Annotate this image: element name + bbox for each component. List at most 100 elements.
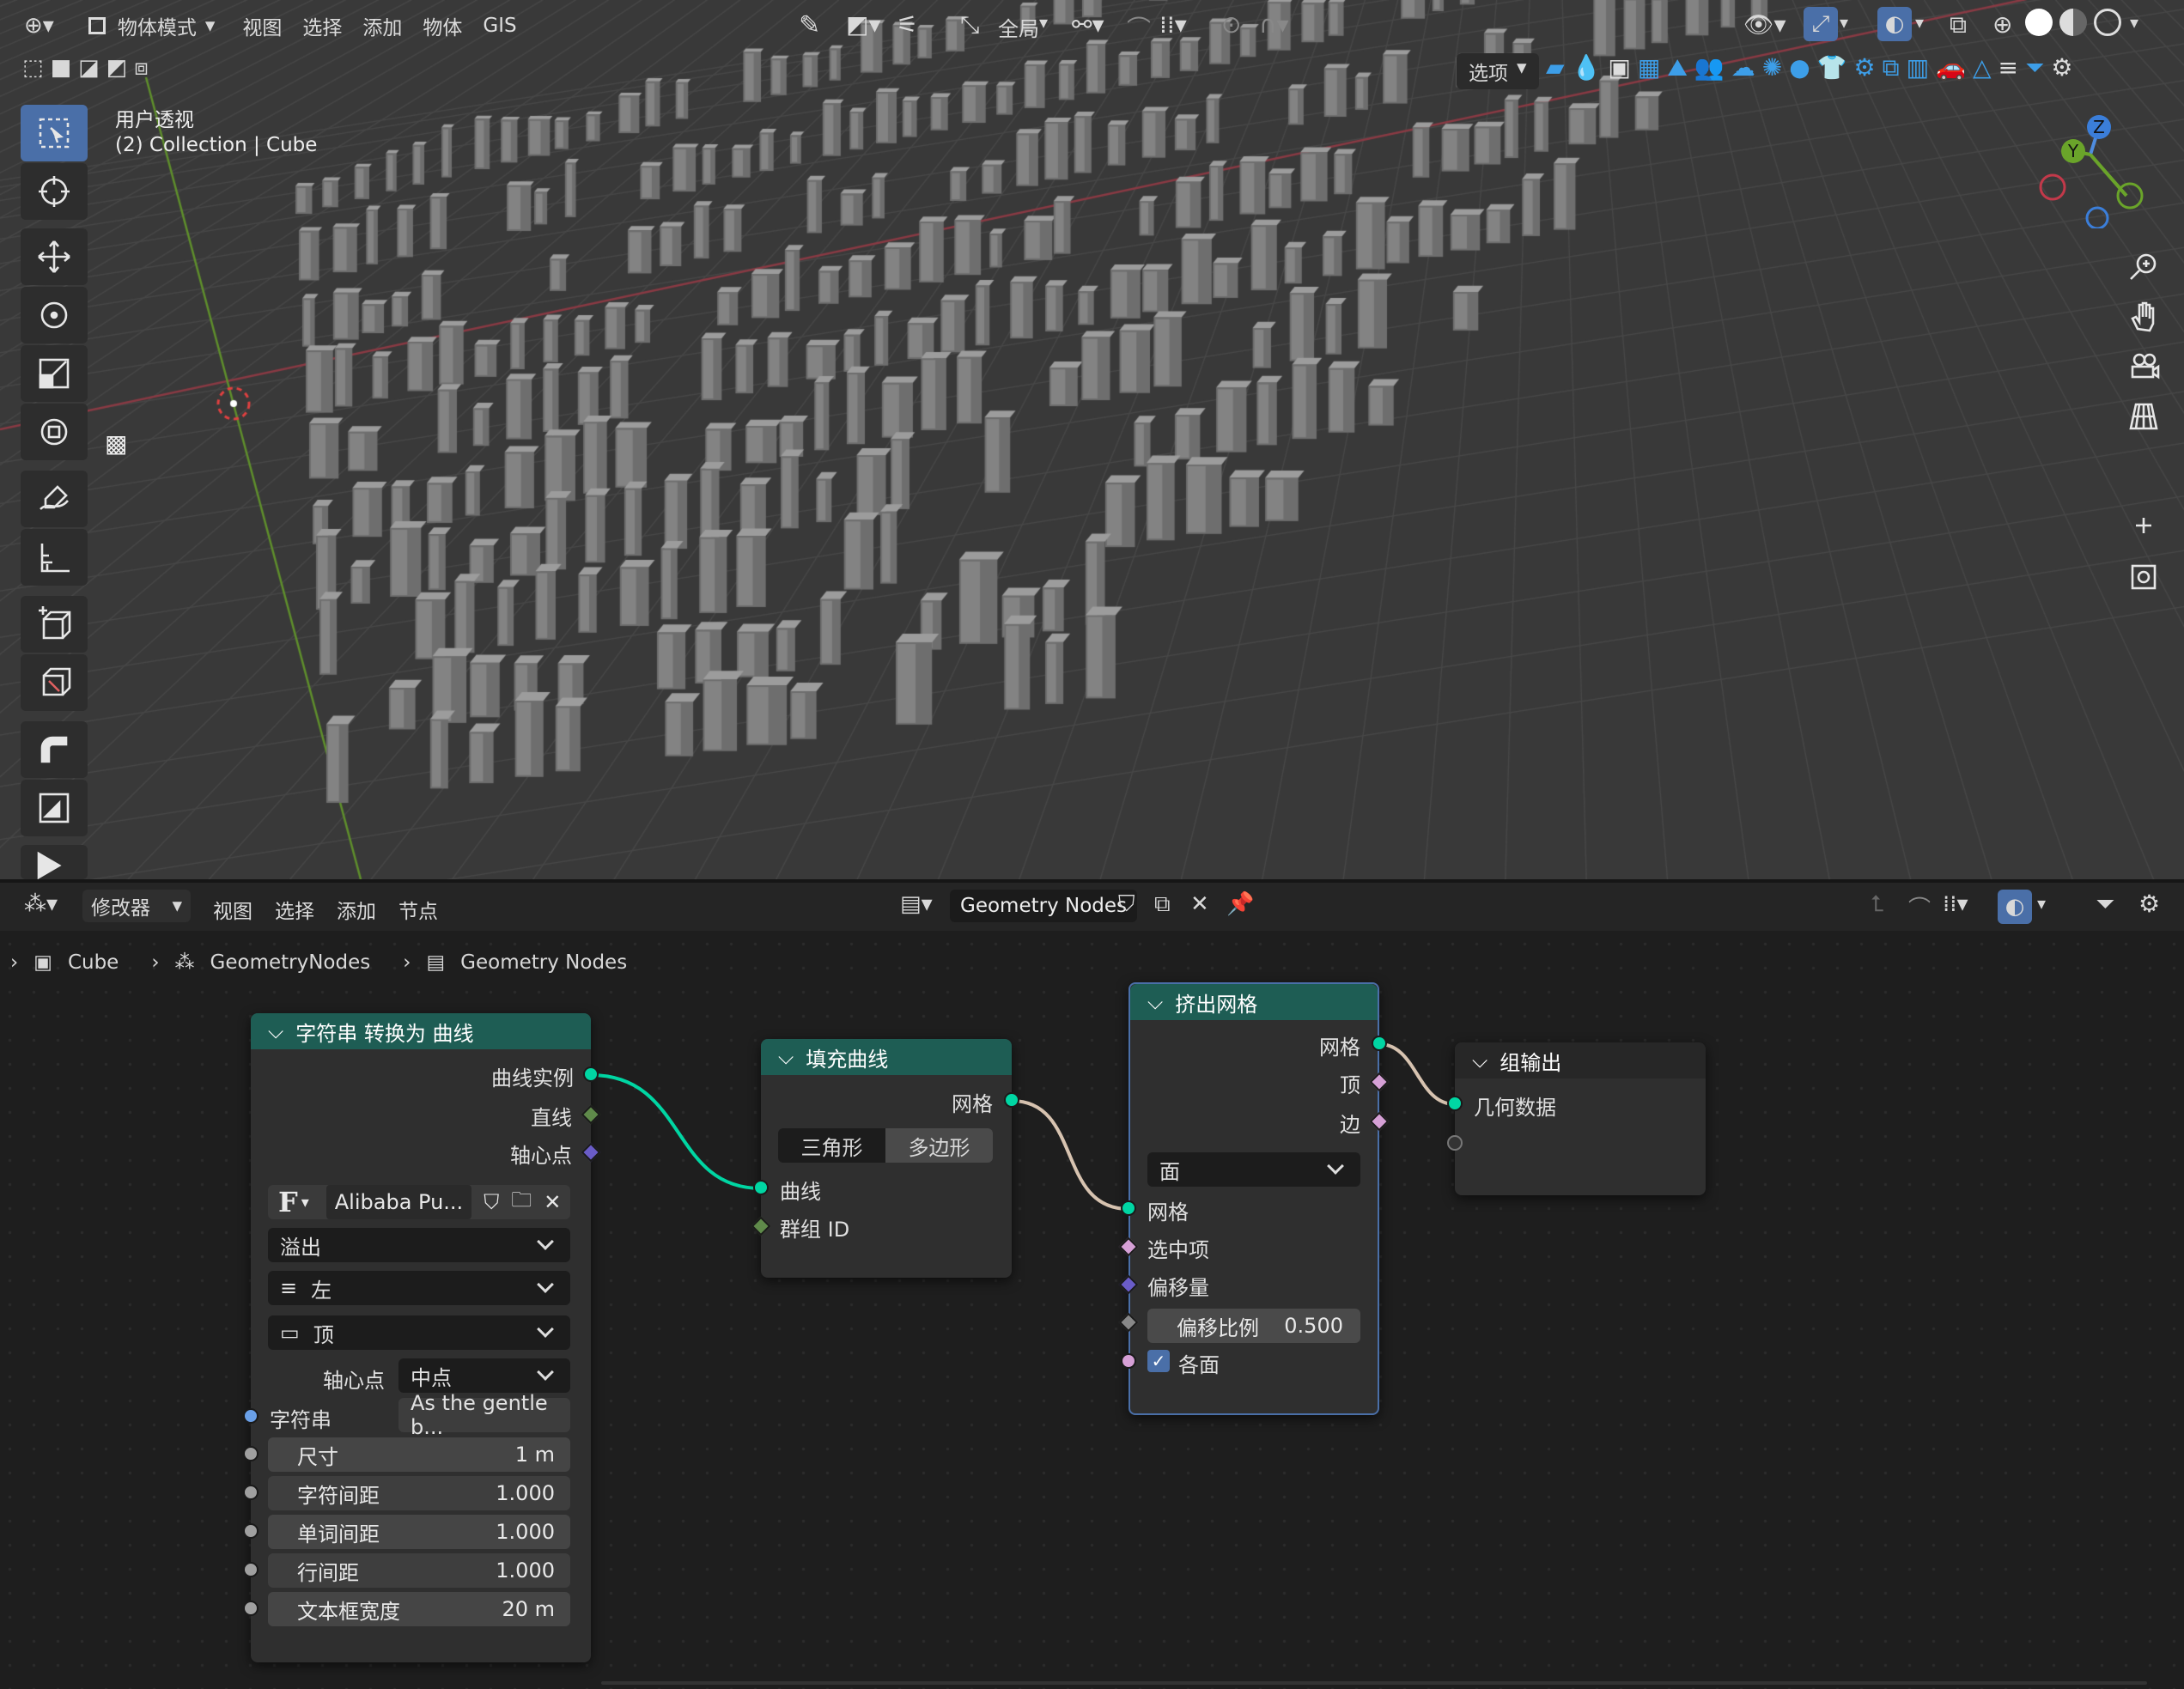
align-y-select[interactable]: ▭ 顶: [268, 1315, 570, 1350]
socket-field-0[interactable]: [243, 1446, 259, 1461]
overlays-dropdown-icon[interactable]: ▾: [1915, 12, 1924, 33]
addon-icon-4[interactable]: ▦: [1638, 53, 1660, 82]
solid-shading-icon[interactable]: [2025, 9, 2053, 36]
proportional-edit-icon[interactable]: ⊙: [1221, 10, 1241, 39]
gizmo-toggle-icon[interactable]: ⤢: [1804, 7, 1838, 41]
mode-triangles[interactable]: 三角形: [778, 1128, 885, 1163]
node-header[interactable]: ⌵ 挤出网格: [1130, 984, 1378, 1020]
node-editor[interactable]: ⁂▾ 修改器 ▾ 视图 选择 添加 节点 ▤▾ Geometry Nodes ⛉ …: [0, 883, 2184, 1689]
link-curve-instances[interactable]: [590, 1073, 762, 1190]
socket-empty[interactable]: [1447, 1135, 1463, 1151]
overlays-toggle-icon[interactable]: ◐: [1877, 7, 1912, 41]
node-header[interactable]: ⌵ 字符串 转换为 曲线: [251, 1013, 591, 1049]
collapse-chevron-icon[interactable]: ⌵: [778, 1045, 794, 1069]
addon-icon-16[interactable]: ≡: [1998, 53, 2018, 82]
xray-icon[interactable]: ⧉: [1950, 10, 1967, 39]
shrink-tool-button[interactable]: [21, 780, 88, 836]
transform-orientation-icon[interactable]: ⤡: [960, 10, 979, 39]
viewport-scene[interactable]: [0, 0, 2184, 879]
bottom-scrollbar[interactable]: [601, 1681, 2147, 1685]
snap-icon[interactable]: ⌒: [1127, 10, 1151, 45]
socket-extrude-mesh[interactable]: [1372, 1036, 1387, 1051]
material-shading-icon[interactable]: [2059, 9, 2087, 36]
falloff-icon[interactable]: ∩▾: [1259, 10, 1289, 39]
overflow-select[interactable]: 溢出: [268, 1228, 570, 1262]
fill-mode-toggle[interactable]: 三角形 多边形: [778, 1128, 993, 1163]
number-field[interactable]: 文本框宽度 20 m: [268, 1592, 570, 1626]
addon-icon-15[interactable]: △: [1973, 53, 1992, 82]
navigation-gizmo[interactable]: Z Y: [2035, 108, 2147, 228]
filter-icon[interactable]: ⏷: [2025, 53, 2044, 82]
socket-geometry[interactable]: [1447, 1096, 1463, 1111]
socket-curve[interactable]: [753, 1180, 769, 1195]
socket-field-3[interactable]: [243, 1562, 259, 1577]
addon-icon-13[interactable]: ▥: [1907, 53, 1929, 82]
node-header[interactable]: ⌵ 组输出: [1455, 1042, 1706, 1078]
snap-increment-icon[interactable]: ⁞⁞▾: [1159, 10, 1187, 39]
link-fill-mesh[interactable]: [1011, 1099, 1129, 1211]
socket-field-2[interactable]: [243, 1523, 259, 1539]
number-field[interactable]: 单词间距 1.000: [268, 1515, 570, 1549]
options-button[interactable]: 选项 ▾: [1457, 53, 1539, 89]
eyedropper-icon[interactable]: ✎: [799, 10, 820, 40]
measure-tool-button[interactable]: [21, 529, 88, 586]
addon-icon-12[interactable]: ⧉: [1883, 53, 1900, 82]
transform-tool-button[interactable]: [21, 404, 88, 460]
bend-tool-button[interactable]: [21, 721, 88, 778]
scale-tool-button[interactable]: [21, 345, 88, 402]
camera-view-button[interactable]: [2120, 342, 2168, 390]
addon-icon-8[interactable]: ✺: [1762, 53, 1782, 82]
wireframe-shading-icon[interactable]: ⊕: [1992, 10, 2012, 39]
folder-icon[interactable]: 🗀: [511, 1185, 532, 1220]
addon-icon-11[interactable]: ⚙: [1854, 53, 1876, 82]
collapse-chevron-icon[interactable]: ⌵: [268, 1019, 283, 1043]
number-field[interactable]: 行间距 1.000: [268, 1553, 570, 1588]
addon-icon-5[interactable]: ⛰: [1667, 53, 1688, 82]
menu-view[interactable]: 视图: [242, 11, 282, 40]
visibility-icon[interactable]: 👁▾: [1743, 10, 1786, 39]
shading-dropdown-icon[interactable]: ▾: [2130, 12, 2138, 33]
addon-icon-14[interactable]: 🚗: [1936, 53, 1966, 82]
font-icon[interactable]: F: [278, 1186, 298, 1218]
pivot-select[interactable]: 中点: [398, 1358, 570, 1393]
fake-user-icon[interactable]: ⛉: [484, 1190, 499, 1214]
link-extrude-mesh[interactable]: [1378, 1042, 1456, 1106]
addon-icon-10[interactable]: 👕: [1817, 53, 1847, 82]
extrude-mode-select[interactable]: 面: [1147, 1152, 1360, 1187]
addon-icon-7[interactable]: ☁: [1731, 53, 1755, 82]
collapse-chevron-icon[interactable]: ⌵: [1472, 1048, 1487, 1072]
gizmo-dropdown-icon[interactable]: ▾: [1840, 12, 1848, 33]
mode-select[interactable]: 物体模式 ▾: [88, 11, 215, 40]
select-tool-button[interactable]: [21, 105, 88, 161]
font-selector[interactable]: F ▾ Alibaba Pu... ⛉ 🗀 ✕: [268, 1185, 570, 1219]
mirror-icon[interactable]: ⚟: [897, 10, 918, 39]
node-header[interactable]: ⌵ 填充曲线: [761, 1039, 1012, 1075]
shear-tool-button[interactable]: [21, 845, 88, 879]
zoom-button[interactable]: [2120, 242, 2168, 290]
socket-individual[interactable]: [1121, 1353, 1136, 1369]
addon-icon-3[interactable]: ▣: [1608, 53, 1630, 82]
perspective-toggle-button[interactable]: [2120, 392, 2168, 440]
socket-fill-mesh[interactable]: [1004, 1092, 1019, 1108]
socket-field-4[interactable]: [243, 1601, 259, 1616]
select-box-mode-icons[interactable]: ⬚■◪◩⧈: [22, 55, 155, 82]
align-x-select[interactable]: ≡ 左: [268, 1271, 570, 1305]
menu-object[interactable]: 物体: [423, 11, 462, 40]
addon-icon-6[interactable]: 👥: [1694, 53, 1725, 82]
socket-curve-instances[interactable]: [583, 1066, 599, 1082]
unlink-icon[interactable]: ✕: [544, 1190, 561, 1214]
addon-icon-strip[interactable]: ▰ 💧 ▣ ▦ ⛰ 👥 ☁ ✺ ● 👕 ⚙ ⧉ ▥ 🚗 △ ≡ ⏷ ⚙: [1546, 53, 2073, 82]
socket-field-1[interactable]: [243, 1485, 259, 1500]
socket-string[interactable]: [243, 1408, 259, 1424]
number-field[interactable]: 尺寸 1 m: [268, 1437, 570, 1472]
add-cube-tool-button[interactable]: [21, 596, 88, 653]
edit-mode-tool-button[interactable]: [21, 654, 88, 711]
editor-type-icon[interactable]: ⊕▾: [24, 13, 54, 39]
menu-select[interactable]: 选择: [302, 11, 342, 40]
offset-scale-field[interactable]: 偏移比例 0.500: [1147, 1309, 1360, 1343]
addon-icon-9[interactable]: ●: [1789, 53, 1810, 82]
rotate-tool-button[interactable]: [21, 287, 88, 343]
frame-selected-button[interactable]: [2120, 553, 2168, 601]
collapse-chevron-icon[interactable]: ⌵: [1147, 990, 1163, 1014]
addon-icon-2[interactable]: 💧: [1572, 53, 1602, 82]
